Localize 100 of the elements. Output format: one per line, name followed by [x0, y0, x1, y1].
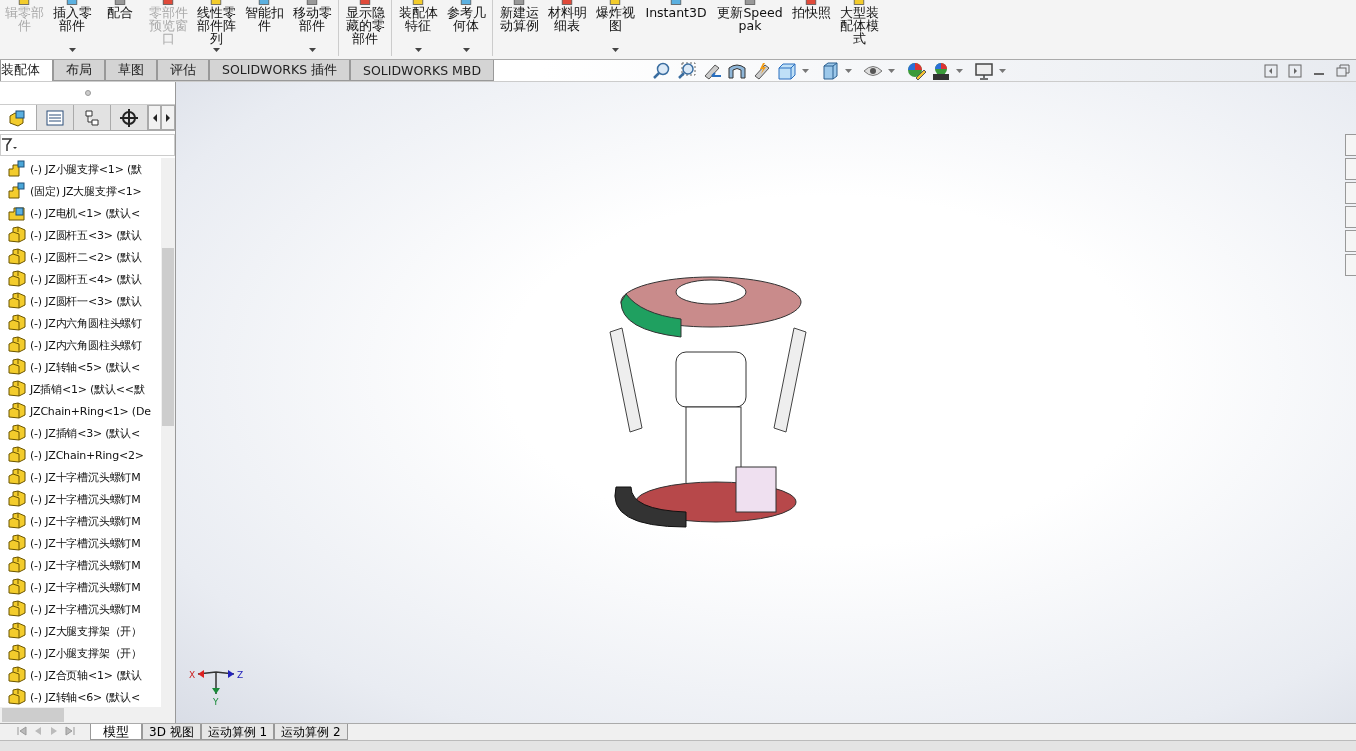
crosshair-icon: [119, 108, 138, 127]
command-tab[interactable]: SOLIDWORKS MBD: [350, 60, 495, 82]
property-list-icon: [45, 108, 64, 127]
tree-item[interactable]: (-) JZ小腿支撑架（开）: [30, 645, 143, 661]
tree-item[interactable]: (-) JZ内六角圆柱头螺钉: [30, 315, 143, 331]
part-icon: [8, 402, 26, 421]
part-icon: [8, 490, 26, 509]
left-arrow-icon: [151, 113, 158, 122]
scroll-right-button[interactable]: [161, 105, 175, 131]
caret-icon[interactable]: [888, 68, 896, 73]
tile-left-icon[interactable]: [1264, 63, 1278, 78]
ribbon-button[interactable]: 参考几何体: [442, 0, 490, 58]
ribbon-button[interactable]: 拍快照: [787, 0, 835, 58]
tree-item[interactable]: (-) JZ电机<1> (默认<: [30, 205, 141, 221]
ribbon-button[interactable]: 移动零部件: [288, 0, 336, 58]
ribbon-button[interactable]: 更新Speedpak: [713, 0, 787, 58]
apply-scene-icon[interactable]: [931, 61, 952, 80]
command-tab[interactable]: SOLIDWORKS 插件: [209, 60, 351, 82]
panel-tab[interactable]: [110, 105, 148, 131]
tree-item[interactable]: (-) JZ圆杆五<3> (默认: [30, 227, 142, 243]
part-icon: [8, 314, 26, 333]
monitor-icon[interactable]: [974, 61, 995, 80]
tree-item[interactable]: (-) JZ圆杆五<4> (默认: [30, 271, 142, 287]
caret-icon[interactable]: [802, 68, 810, 73]
command-tab[interactable]: 布局: [53, 60, 105, 82]
first-icon[interactable]: [14, 724, 30, 739]
horizontal-scrollbar[interactable]: [0, 707, 175, 724]
command-tab[interactable]: 装配体: [0, 60, 53, 82]
tree-item[interactable]: (-) JZ大腿支撑架（开）: [30, 623, 143, 639]
task-pane-tab[interactable]: [1345, 182, 1356, 205]
tree-item[interactable]: (-) JZ转轴<5> (默认<: [30, 359, 141, 375]
subassembly-icon: [8, 182, 26, 201]
view-orientation-icon[interactable]: [777, 61, 798, 80]
tree-item[interactable]: (-) JZ内六角圆柱头螺钉: [30, 337, 143, 353]
tile-right-icon[interactable]: [1288, 63, 1302, 78]
restore-icon[interactable]: [1336, 63, 1350, 78]
splitter-handle-icon[interactable]: [84, 90, 91, 97]
part-icon: [8, 578, 26, 597]
task-pane-tab[interactable]: [1345, 158, 1356, 181]
ribbon-button[interactable]: 智能扣件: [240, 0, 288, 58]
caret-icon[interactable]: [845, 68, 853, 73]
model-tab[interactable]: 模型: [90, 724, 142, 741]
filter-icon[interactable]: [2, 138, 18, 153]
x-axis-label: X: [189, 670, 196, 681]
caret-icon[interactable]: [999, 68, 1007, 73]
last-icon[interactable]: [62, 724, 78, 739]
edit-appearance-icon[interactable]: [906, 61, 927, 80]
part-icon: [8, 534, 26, 553]
task-pane-tab[interactable]: [1345, 134, 1356, 157]
tree-item[interactable]: (-) JZ十字槽沉头螺钉M: [30, 491, 141, 507]
ribbon-button[interactable]: 大型装配体模式: [835, 0, 883, 58]
tree-item[interactable]: (-) JZ十字槽沉头螺钉M: [30, 469, 141, 485]
ribbon-button[interactable]: 显示隐藏的零部件: [341, 0, 389, 58]
ribbon-button[interactable]: 配合: [96, 0, 144, 58]
tree-item[interactable]: (-) JZ小腿支撑<1> (默: [30, 161, 142, 177]
tree-item[interactable]: (-) JZ圆杆二<2> (默认: [30, 249, 142, 265]
model-tab[interactable]: 运动算例 2: [274, 724, 348, 741]
tree-item[interactable]: JZChain+Ring<1> (De: [30, 404, 151, 418]
part-icon: [8, 424, 26, 443]
tree-item[interactable]: JZ插销<1> (默认<<默: [30, 381, 145, 397]
ribbon-button[interactable]: 材料明细表: [543, 0, 591, 58]
tree-item[interactable]: (-) JZ十字槽沉头螺钉M: [30, 601, 141, 617]
ribbon-button[interactable]: 线性零部件阵列: [192, 0, 240, 58]
tree-item[interactable]: (固定) JZ大腿支撑<1>: [30, 183, 142, 199]
tree-item[interactable]: (-) JZ转轴<6> (默认<: [30, 689, 141, 705]
task-pane-tab[interactable]: [1345, 230, 1356, 253]
zoom-area-icon[interactable]: [677, 61, 698, 80]
vertical-scrollbar[interactable]: [161, 158, 175, 708]
axis-triad-drawing: [197, 670, 235, 696]
part-icon: [8, 644, 26, 663]
model-tab[interactable]: 3D 视图: [142, 724, 201, 741]
tree-item[interactable]: (-) JZ合页轴<1> (默认: [30, 667, 142, 683]
ribbon-button[interactable]: Instant3D: [639, 0, 713, 58]
assembly-icon: [8, 204, 26, 223]
ribbon-button[interactable]: 新建运动算例: [495, 0, 543, 58]
part-icon: [8, 468, 26, 487]
ribbon-button[interactable]: 插入零部件: [48, 0, 96, 58]
part-icon: [8, 446, 26, 465]
part-icon: [8, 248, 26, 267]
part-icon: [8, 336, 26, 355]
part-icon: [8, 600, 26, 619]
ribbon-button[interactable]: 装配体特征: [394, 0, 442, 58]
section-view-icon[interactable]: [727, 61, 748, 80]
display-style-icon[interactable]: [820, 61, 841, 80]
tree-item[interactable]: (-) JZ圆杆一<3> (默认: [30, 293, 142, 309]
tree-item[interactable]: (-) JZ十字槽沉头螺钉M: [30, 557, 141, 573]
task-pane-tab[interactable]: [1345, 254, 1356, 277]
part-icon: [8, 512, 26, 531]
model-tab[interactable]: 运动算例 1: [200, 724, 275, 741]
command-tab[interactable]: 草图: [105, 60, 157, 82]
caret-icon[interactable]: [956, 68, 964, 73]
tree-item[interactable]: (-) JZ十字槽沉头螺钉M: [30, 513, 141, 529]
task-pane-tab[interactable]: [1345, 206, 1356, 229]
ribbon-button[interactable]: 爆炸视图: [591, 0, 639, 58]
tree-item[interactable]: (-) JZ十字槽沉头螺钉M: [30, 579, 141, 595]
part-icon: [8, 292, 26, 311]
tree-item[interactable]: (-) JZChain+Ring<2>: [30, 448, 144, 462]
command-tab[interactable]: 评估: [157, 60, 209, 82]
tree-item[interactable]: (-) JZ十字槽沉头螺钉M: [30, 535, 141, 551]
tree-item[interactable]: (-) JZ插销<3> (默认<: [30, 425, 141, 441]
